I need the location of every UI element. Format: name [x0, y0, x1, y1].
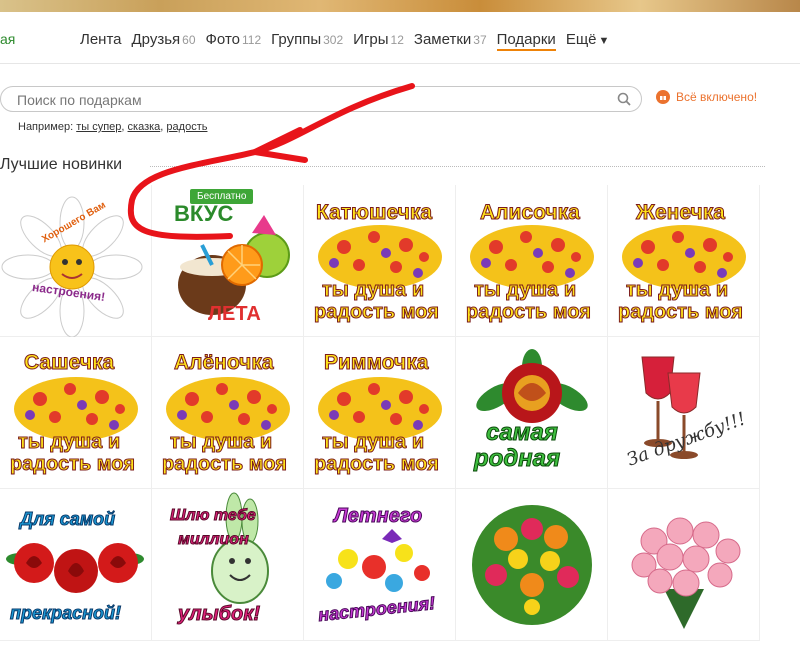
- free-badge: Бесплатно: [190, 189, 254, 204]
- example-link[interactable]: ты супер: [76, 121, 121, 133]
- section-title: Лучшие новинки: [0, 156, 123, 173]
- gift-caption: Шлю тебе: [170, 507, 257, 525]
- nav-friends[interactable]: Друзья 60: [132, 31, 196, 51]
- gift-caption: ты душа и: [473, 279, 577, 302]
- search-input[interactable]: [15, 91, 609, 109]
- gift-caption: ты душа и: [17, 431, 121, 454]
- nav-feed[interactable]: Лента: [80, 31, 122, 51]
- gift-grid: Хорошего Вам настроения! ВКУС ЛЕТА Катюш…: [0, 185, 765, 659]
- gift-search: [0, 86, 642, 112]
- gift-caption: Катюшечка: [315, 201, 433, 225]
- gift-caption: ты душа и: [321, 279, 425, 302]
- gerbera-bouquet-gift-image: [472, 505, 592, 625]
- nav-groups[interactable]: Группы 302: [271, 31, 343, 51]
- daisy-smiley-gift-image: [1, 196, 143, 337]
- gift-caption: миллион: [178, 531, 250, 549]
- chevron-down-icon: ▼: [598, 35, 610, 47]
- nav-more[interactable]: Ещё ▼: [566, 31, 610, 51]
- gift-card[interactable]: Хорошего Вам настроения!: [0, 185, 152, 337]
- nav-notes[interactable]: Заметки 37: [414, 31, 487, 51]
- nav-groups-count: 302: [323, 33, 344, 47]
- gift-caption: радость моя: [10, 453, 136, 476]
- gift-card[interactable]: [456, 489, 608, 641]
- gift-caption: ЛЕТА: [208, 303, 261, 325]
- gift-card[interactable]: Женечка ты душа и радость моя: [608, 185, 760, 337]
- example-link[interactable]: сказка: [128, 121, 161, 133]
- gift-caption: ты душа и: [169, 431, 273, 454]
- nav-games-count: 12: [390, 33, 404, 47]
- profile-nav: Лента Друзья 60 Фото 112 Группы 302 Игры 12 …: [80, 31, 609, 51]
- gift-card[interactable]: Алёночка ты душа и радость моя: [152, 337, 304, 489]
- header-banner-strip: [0, 0, 800, 12]
- gift-caption: радость моя: [162, 453, 288, 476]
- nav-notes-count: 37: [473, 33, 487, 47]
- gift-caption: ты душа и: [321, 431, 425, 454]
- gift-card[interactable]: Катюшечка ты душа и радость моя: [304, 185, 456, 337]
- all-included-link[interactable]: Всё включено!: [656, 90, 757, 104]
- gift-caption: прекрасной!: [10, 603, 122, 624]
- gift-caption: Алёночка: [174, 351, 275, 375]
- gift-caption: радость моя: [314, 301, 440, 324]
- search-examples: Например: ты супер, сказка, радость: [18, 121, 208, 133]
- gift-card[interactable]: Сашечка ты душа и радость моя: [0, 337, 152, 489]
- gift-card[interactable]: самая родная: [456, 337, 608, 489]
- gift-card[interactable]: За дружбу!!!: [608, 337, 760, 489]
- gift-card[interactable]: ВКУС ЛЕТА: [152, 185, 304, 337]
- all-included-label: Всё включено!: [676, 90, 758, 104]
- gift-card[interactable]: Для самой прекрасной!: [0, 489, 152, 641]
- gift-caption: самая: [486, 419, 559, 447]
- nav-photo-count: 112: [242, 33, 262, 47]
- gift-caption: родная: [473, 445, 561, 473]
- section-divider: [150, 166, 765, 167]
- nav-gifts[interactable]: Подарки: [496, 31, 556, 51]
- gift-card[interactable]: Алисочка ты душа и радость моя: [456, 185, 608, 337]
- example-link[interactable]: радость: [166, 121, 207, 133]
- gift-caption: Алисочка: [480, 201, 581, 225]
- nav-photo[interactable]: Фото 112: [206, 31, 262, 51]
- gift-card[interactable]: Шлю тебе миллион улыбок!: [152, 489, 304, 641]
- gift-caption: Летнего: [333, 505, 423, 528]
- brand-link[interactable]: ая: [0, 31, 15, 47]
- gift-caption: ВКУС: [174, 201, 234, 226]
- gift-caption: Сашечка: [23, 351, 115, 375]
- gift-caption: улыбок!: [177, 603, 261, 626]
- pink-roses-gift-image: [631, 517, 741, 629]
- nav-divider: [0, 63, 800, 64]
- gift-caption: Риммочка: [323, 351, 429, 375]
- gift-caption: ты душа и: [625, 279, 729, 302]
- gift-caption: Женечка: [636, 201, 726, 225]
- examples-prefix: Например:: [18, 121, 74, 133]
- gift-icon: [656, 90, 670, 104]
- search-icon[interactable]: [617, 92, 631, 106]
- gift-caption: радость моя: [618, 301, 744, 324]
- nav-friends-count: 60: [182, 33, 196, 47]
- gift-caption: Для самой: [19, 509, 116, 530]
- gift-card[interactable]: [608, 489, 760, 641]
- nav-games[interactable]: Игры 12: [353, 31, 404, 51]
- gift-caption: радость моя: [466, 301, 592, 324]
- gift-caption: радость моя: [314, 453, 440, 476]
- gift-card[interactable]: Летнего настроения!: [304, 489, 456, 641]
- gift-card[interactable]: Риммочка ты душа и радость моя: [304, 337, 456, 489]
